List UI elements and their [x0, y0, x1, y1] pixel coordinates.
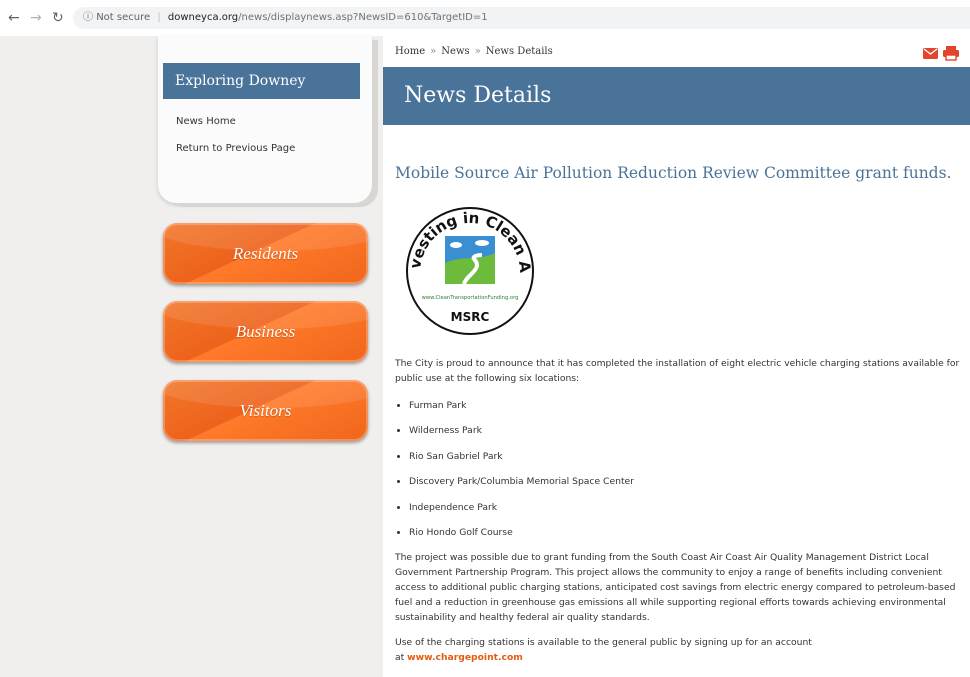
msrc-logo-graphic: Investing in Clean Air www.CleanTranspor…: [397, 189, 534, 335]
usage-paragraph: Use of the charging stations is availabl…: [395, 635, 960, 665]
forward-arrow-icon[interactable]: →: [30, 10, 42, 26]
security-status: Not secure: [96, 12, 151, 23]
page-title: News Details: [404, 83, 552, 108]
visitors-button[interactable]: Visitors: [163, 380, 368, 441]
address-bar[interactable]: ⓘ Not secure | downeyca.org/news/display…: [73, 7, 970, 29]
url-separator: |: [157, 12, 161, 23]
sidebar-link-return[interactable]: Return to Previous Page: [176, 143, 295, 154]
page-tools-icons: [923, 46, 959, 61]
list-item: Rio Hondo Golf Course: [409, 525, 960, 540]
intro-paragraph: The City is proud to announce that it ha…: [395, 358, 960, 384]
print-icon[interactable]: [943, 46, 959, 61]
sidebar-title: Exploring Downey: [163, 63, 360, 99]
list-item: Wilderness Park: [409, 423, 960, 438]
usage-text: Use of the charging stations is availabl…: [395, 637, 812, 649]
list-item: Independence Park: [409, 500, 960, 515]
business-button[interactable]: Business: [163, 301, 368, 362]
breadcrumb: Home » News » News Details: [395, 46, 553, 57]
breadcrumb-news[interactable]: News: [441, 46, 469, 57]
info-icon[interactable]: ⓘ: [83, 12, 93, 23]
msrc-logo: Investing in Clean Air www.CleanTranspor…: [397, 189, 537, 337]
list-item: Rio San Gabriel Park: [409, 449, 960, 464]
article-title: Mobile Source Air Pollution Reduction Re…: [395, 164, 952, 182]
url-host: downeyca.org: [167, 12, 239, 23]
breadcrumb-separator: »: [430, 46, 437, 57]
reload-icon[interactable]: ↻: [52, 10, 64, 26]
chargepoint-link[interactable]: www.chargepoint.com: [407, 652, 523, 663]
logo-msrc-text: MSRC: [451, 310, 490, 324]
breadcrumb-current: News Details: [485, 46, 553, 57]
back-arrow-icon[interactable]: ←: [8, 10, 20, 26]
logo-url-text: www.CleanTransportationFunding.org: [422, 295, 519, 301]
article-body: The City is proud to announce that it ha…: [395, 356, 960, 665]
visitors-button-label: Visitors: [239, 401, 292, 420]
locations-list: Furman Park Wilderness Park Rio San Gabr…: [395, 398, 960, 540]
url-path: /news/displaynews.asp?NewsID=610&TargetI…: [238, 12, 488, 23]
sidebar-link-news-home[interactable]: News Home: [176, 116, 236, 127]
residents-button-label: Residents: [232, 244, 299, 263]
browser-toolbar: ← → ↻ ⓘ Not secure | downeyca.org/news/d…: [0, 0, 970, 36]
breadcrumb-home[interactable]: Home: [395, 46, 425, 57]
funding-paragraph: The project was possible due to grant fu…: [395, 552, 956, 624]
residents-button[interactable]: Residents: [163, 223, 368, 284]
page-tools: [922, 45, 962, 65]
list-item: Discovery Park/Columbia Memorial Space C…: [409, 474, 960, 489]
usage-at-text: at: [395, 652, 408, 664]
list-item: Furman Park: [409, 398, 960, 413]
email-icon[interactable]: [923, 48, 938, 59]
breadcrumb-separator: »: [474, 46, 481, 57]
business-button-label: Business: [235, 322, 296, 341]
